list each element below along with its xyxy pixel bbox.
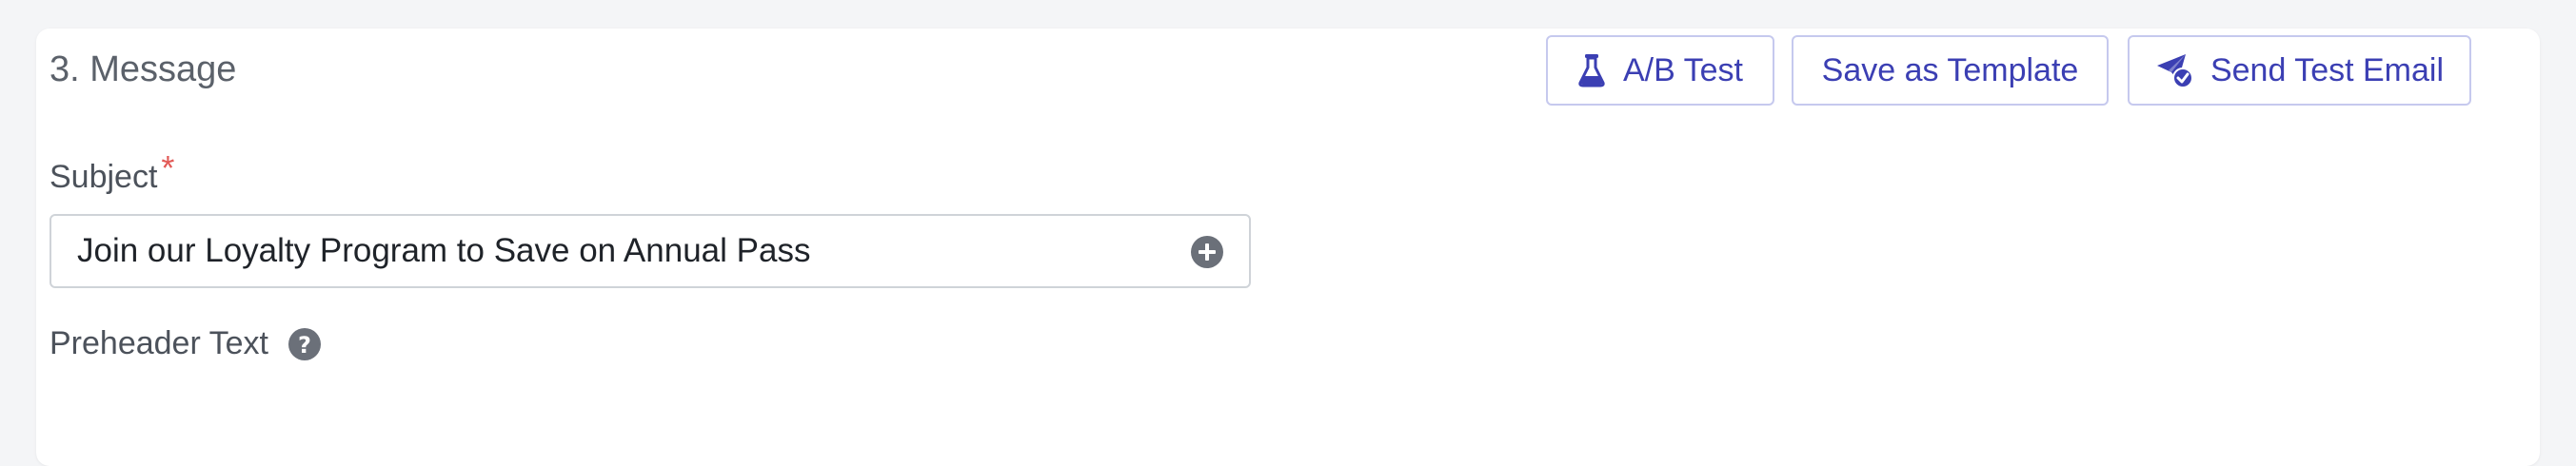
subject-label-text: Subject: [50, 159, 158, 195]
question-circle-icon[interactable]: ?: [287, 327, 322, 361]
save-as-template-button[interactable]: Save as Template: [1792, 35, 2109, 106]
preheader-label-text: Preheader Text: [50, 325, 268, 361]
preheader-field-label: Preheader Text ?: [50, 325, 322, 362]
flask-icon: [1577, 53, 1606, 87]
section-title: 3. Message: [50, 49, 237, 89]
paper-plane-check-icon: [2155, 52, 2193, 88]
subject-input[interactable]: Join our Loyalty Program to Save on Annu…: [50, 214, 1251, 288]
subject-input-value: Join our Loyalty Program to Save on Annu…: [77, 232, 811, 269]
send-test-email-button[interactable]: Send Test Email: [2128, 35, 2471, 106]
required-indicator: *: [161, 148, 175, 187]
save-as-template-label: Save as Template: [1821, 51, 2079, 88]
subject-field-label: Subject *: [50, 148, 174, 196]
ab-test-label: A/B Test: [1623, 51, 1743, 88]
ab-test-button[interactable]: A/B Test: [1546, 35, 1774, 106]
svg-text:?: ?: [298, 332, 311, 359]
send-test-email-label: Send Test Email: [2209, 51, 2445, 88]
plus-circle-icon[interactable]: [1190, 235, 1224, 269]
